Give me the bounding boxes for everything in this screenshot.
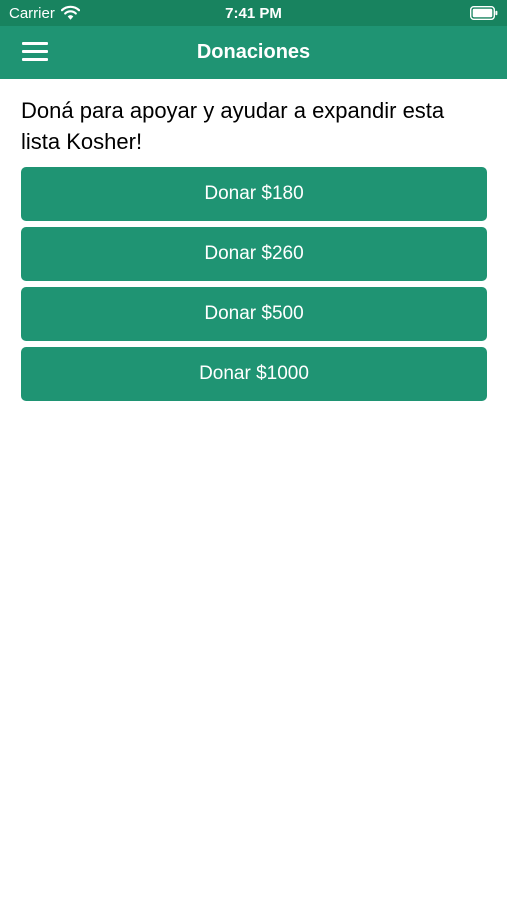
donate-1000-button[interactable]: Donar $1000	[21, 347, 487, 401]
donation-heading: Doná para apoyar y ayudar a expandir est…	[21, 98, 445, 154]
donations-screen: Carrier 7:41 PM Donaciones Doná para apo…	[0, 0, 507, 900]
clock: 7:41 PM	[225, 5, 282, 22]
donate-180-button[interactable]: Donar $180	[21, 167, 487, 221]
donate-260-button[interactable]: Donar $260	[21, 227, 487, 281]
battery-icon	[470, 6, 498, 20]
donation-content: Doná para apoyar y ayudar a expandir est…	[21, 95, 487, 401]
donate-500-button[interactable]: Donar $500	[21, 287, 487, 341]
page-title: Donaciones	[196, 41, 311, 63]
app-header: Carrier 7:41 PM Donaciones	[0, 0, 507, 79]
status-bar: Carrier 7:41 PM	[0, 0, 507, 26]
